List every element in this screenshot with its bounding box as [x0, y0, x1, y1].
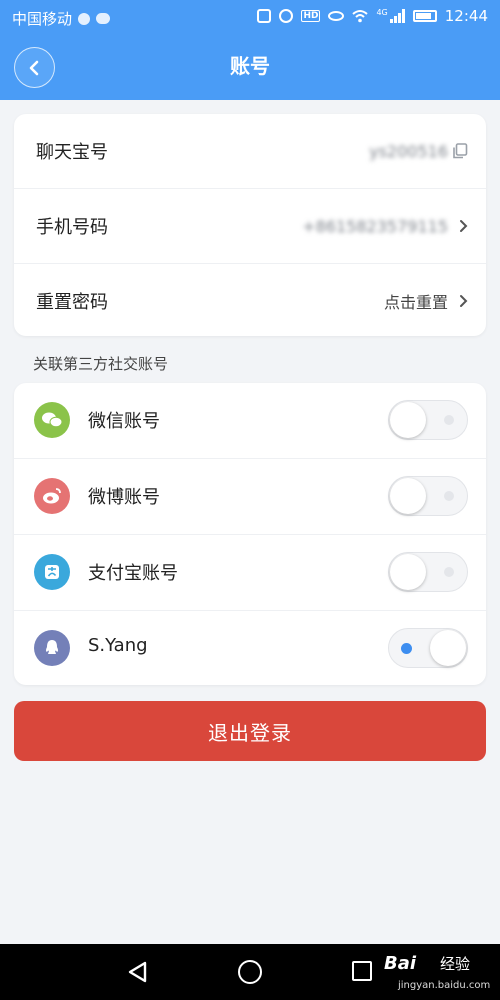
message-icon — [96, 13, 111, 24]
watermark-brand: 经验 — [440, 955, 471, 973]
account-card: 聊天宝号 ys200516 手机号码 +8615823579115 重置密码 点… — [14, 114, 486, 336]
weibo-toggle[interactable] — [388, 476, 468, 516]
account-id-value: ys200516 — [369, 141, 448, 161]
wechat-toggle[interactable] — [388, 400, 468, 440]
status-right: HD 4G 12:44 — [257, 7, 488, 25]
nav-home-icon[interactable] — [238, 960, 262, 984]
toggle-off-mark — [444, 567, 454, 577]
wechat-label: 微信账号 — [88, 411, 160, 432]
qq-icon — [34, 630, 70, 666]
wechat-row: 微信账号 — [14, 383, 486, 458]
alipay-label: 支付宝账号 — [88, 563, 178, 584]
phone-value: +8615823579115 — [302, 216, 448, 236]
toggle-on-mark — [401, 643, 412, 654]
reset-password-label: 重置密码 — [36, 292, 108, 313]
weibo-label: 微博账号 — [88, 487, 160, 508]
phone-row[interactable]: 手机号码 +8615823579115 — [14, 189, 486, 263]
vibrate-icon — [257, 9, 272, 23]
carrier-name: 中国移动 — [12, 10, 73, 28]
reset-password-value: 点击重置 — [383, 293, 448, 312]
toggle-knob — [390, 402, 426, 438]
hd-badge: HD — [301, 10, 321, 22]
chevron-right-icon — [460, 295, 468, 307]
section-title: 关联第三方社交账号 — [33, 355, 169, 373]
wifi-icon — [352, 10, 369, 23]
wechat-icon — [34, 402, 70, 438]
qq-row: S.Yang — [14, 611, 486, 686]
watermark-url: jingyan.baidu.com — [398, 980, 491, 991]
account-id-row[interactable]: 聊天宝号 ys200516 — [14, 114, 486, 188]
toggle-knob — [430, 630, 466, 666]
qq-toggle[interactable] — [388, 628, 468, 668]
eye-comfort-icon — [328, 11, 345, 21]
signal-icon — [389, 9, 405, 23]
network-type: 4G — [376, 7, 388, 17]
logout-button[interactable]: 退出登录 — [14, 701, 486, 761]
chevron-right-icon — [460, 220, 468, 232]
social-accounts-card: 微信账号 微博账号 支付宝账号 S.Yang — [14, 383, 486, 685]
alipay-toggle[interactable] — [388, 552, 468, 592]
weibo-row: 微博账号 — [14, 459, 486, 534]
toggle-knob — [390, 554, 426, 590]
account-id-label: 聊天宝号 — [36, 142, 108, 163]
toggle-off-mark — [444, 491, 454, 501]
status-bar: 中国移动 HD 4G 12:44 — [0, 0, 500, 34]
nav-recent-apps-icon[interactable] — [352, 961, 372, 981]
alipay-icon — [34, 554, 70, 590]
app-header: 中国移动 HD 4G 12:44 账号 — [0, 0, 500, 100]
reset-password-row[interactable]: 重置密码 点击重置 — [14, 264, 486, 338]
shield-icon — [78, 12, 91, 25]
status-left: 中国移动 — [12, 8, 111, 29]
battery-icon — [412, 10, 437, 22]
phone-label: 手机号码 — [36, 217, 108, 238]
alarm-icon — [279, 9, 294, 23]
toggle-off-mark — [444, 415, 454, 425]
alipay-row: 支付宝账号 — [14, 535, 486, 610]
nav-back-icon[interactable] — [127, 961, 149, 983]
copy-icon[interactable] — [452, 143, 468, 159]
page-title: 账号 — [230, 54, 270, 78]
weibo-icon — [34, 478, 70, 514]
clock: 12:44 — [444, 7, 488, 25]
toggle-knob — [390, 478, 426, 514]
qq-account-label: S.Yang — [88, 635, 148, 656]
watermark-logo: Bai — [384, 953, 417, 974]
watermark: Bai 经验 jingyan.baidu.com — [384, 953, 494, 993]
